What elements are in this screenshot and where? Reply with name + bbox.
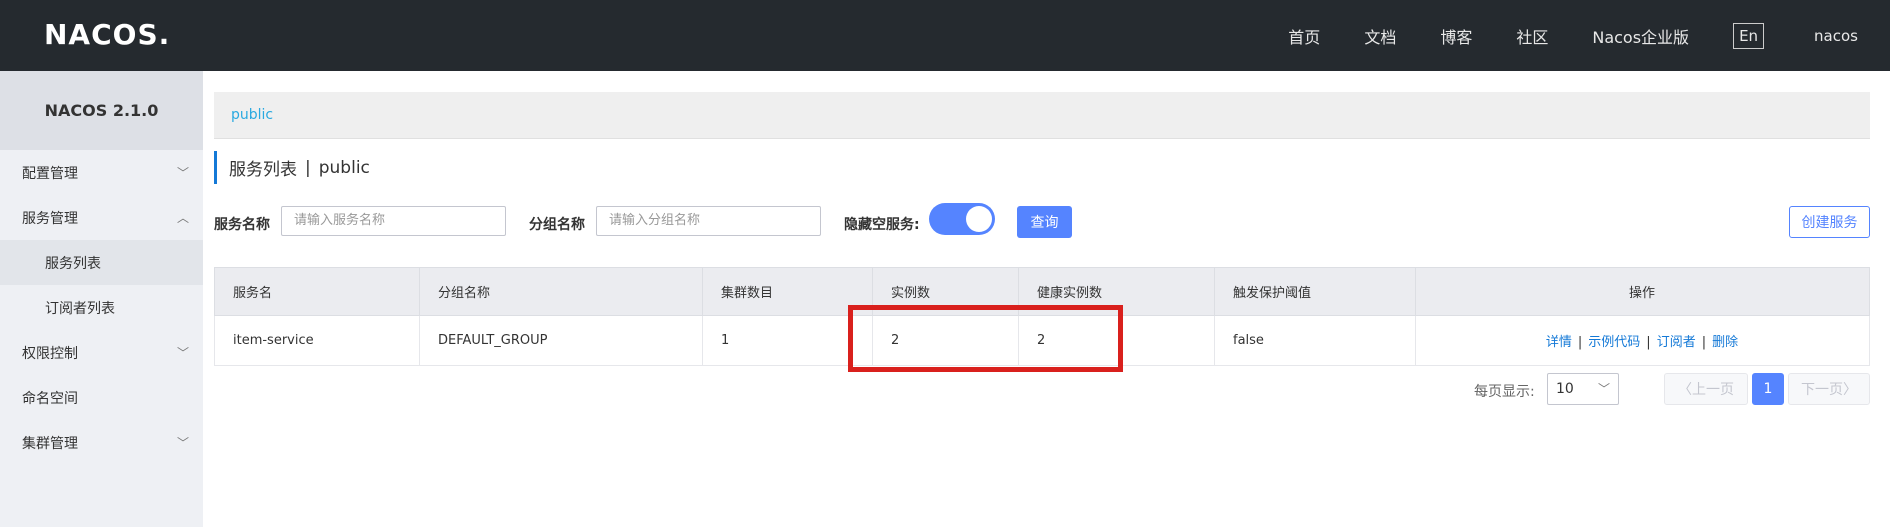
- chevron-left-icon: 〈: [1678, 382, 1692, 398]
- page-title-namespace: public: [318, 157, 370, 178]
- sidebar-item-service-list[interactable]: 服务列表: [0, 240, 203, 285]
- namespace-bar: public: [214, 92, 1870, 139]
- page-title: 服务列表 | public: [214, 151, 370, 184]
- delete-link[interactable]: 删除: [1712, 335, 1738, 350]
- col-cluster-count: 集群数目: [702, 267, 873, 316]
- cell-cluster-count: 1: [702, 315, 873, 366]
- namespace-link[interactable]: public: [231, 107, 273, 123]
- chevron-right-icon: 〉: [1843, 382, 1857, 398]
- sidebar-item-label: 订阅者列表: [45, 300, 115, 317]
- create-service-button[interactable]: 创建服务: [1789, 206, 1870, 238]
- sidebar-item-config[interactable]: 配置管理 ﹀: [0, 150, 203, 195]
- col-healthy-count: 健康实例数: [1018, 267, 1215, 316]
- service-table: 服务名 分组名称 集群数目 实例数 健康实例数 触发保护阈值 操作 item-s…: [214, 267, 1870, 366]
- sidebar-item-subscribers[interactable]: 订阅者列表: [0, 285, 203, 330]
- page-1-button[interactable]: 1: [1752, 373, 1784, 405]
- col-actions: 操作: [1415, 267, 1870, 316]
- divider: |: [1577, 335, 1583, 350]
- sidebar-item-namespace[interactable]: 命名空间: [0, 375, 203, 420]
- sidebar-item-cluster[interactable]: 集群管理 ﹀: [0, 420, 203, 465]
- cell-healthy-count: 2: [1018, 315, 1215, 366]
- top-nav: 首页 文档 博客 社区 Nacos企业版 En nacos: [1288, 0, 1890, 71]
- sidebar-item-label: 配置管理: [22, 165, 78, 182]
- table-row: item-service DEFAULT_GROUP 1 2 2 false 详…: [214, 315, 1870, 366]
- col-protect-threshold: 触发保护阈值: [1214, 267, 1416, 316]
- nacos-logo[interactable]: NACOS.: [44, 18, 170, 51]
- sidebar-item-label: 命名空间: [22, 390, 78, 407]
- sample-code-link[interactable]: 示例代码: [1588, 335, 1640, 350]
- chevron-down-icon: ﹀: [1597, 382, 1610, 396]
- cell-group-name: DEFAULT_GROUP: [419, 315, 703, 366]
- cell-protect-threshold: false: [1214, 315, 1416, 366]
- next-page-button[interactable]: 下一页〉: [1788, 373, 1870, 405]
- nav-enterprise[interactable]: Nacos企业版: [1592, 24, 1689, 48]
- prev-page-button[interactable]: 〈上一页: [1664, 373, 1748, 405]
- page-size-value: 10: [1556, 381, 1574, 397]
- sidebar-item-services[interactable]: 服务管理 ︿: [0, 195, 203, 240]
- service-name-input[interactable]: 请输入服务名称: [281, 206, 506, 236]
- sidebar-item-label: 服务列表: [45, 255, 101, 272]
- sidebar-item-permissions[interactable]: 权限控制 ﹀: [0, 330, 203, 375]
- sidebar-item-label: 集群管理: [22, 435, 78, 452]
- page-size-select[interactable]: 10 ﹀: [1547, 373, 1619, 405]
- table-header-row: 服务名 分组名称 集群数目 实例数 健康实例数 触发保护阈值 操作: [214, 267, 1870, 316]
- toggle-knob: [966, 206, 992, 232]
- version-label: NACOS 2.1.0: [0, 71, 203, 150]
- sidebar-item-label: 权限控制: [22, 345, 78, 362]
- nav-home[interactable]: 首页: [1288, 24, 1320, 48]
- title-separator: |: [305, 157, 311, 178]
- service-name-label: 服务名称: [214, 217, 270, 233]
- subscribers-link[interactable]: 订阅者: [1657, 335, 1696, 350]
- top-navbar: NACOS. 首页 文档 博客 社区 Nacos企业版 En nacos: [0, 0, 1890, 71]
- divider: |: [1701, 335, 1707, 350]
- cell-actions: 详情 | 示例代码 | 订阅者 | 删除: [1415, 315, 1870, 366]
- prev-page-label: 上一页: [1692, 382, 1734, 398]
- user-name[interactable]: nacos: [1814, 27, 1858, 45]
- nav-blog[interactable]: 博客: [1440, 24, 1472, 48]
- nav-community[interactable]: 社区: [1516, 24, 1548, 48]
- search-button[interactable]: 查询: [1017, 206, 1072, 238]
- nav-docs[interactable]: 文档: [1364, 24, 1396, 48]
- sidebar: NACOS 2.1.0 配置管理 ﹀ 服务管理 ︿ 服务列表 订阅者列表 权限控…: [0, 71, 203, 527]
- chevron-up-icon: ︿: [176, 211, 189, 225]
- chevron-down-icon: ﹀: [176, 166, 189, 180]
- col-group-name: 分组名称: [419, 267, 703, 316]
- col-instance-count: 实例数: [872, 267, 1019, 316]
- cell-instance-count: 2: [872, 315, 1019, 366]
- next-page-label: 下一页: [1801, 382, 1843, 398]
- sidebar-item-label: 服务管理: [22, 210, 78, 227]
- group-name-input[interactable]: 请输入分组名称: [596, 206, 821, 236]
- chevron-down-icon: ﹀: [176, 346, 189, 360]
- page-title-text: 服务列表: [229, 160, 297, 180]
- group-name-label: 分组名称: [529, 217, 585, 233]
- divider: |: [1646, 335, 1651, 350]
- language-toggle[interactable]: En: [1733, 22, 1765, 49]
- hide-empty-label: 隐藏空服务:: [844, 217, 920, 233]
- col-service-name: 服务名: [214, 267, 420, 316]
- hide-empty-toggle[interactable]: [929, 203, 995, 235]
- cell-service-name: item-service: [214, 315, 420, 366]
- page-size-label: 每页显示:: [1474, 384, 1535, 400]
- detail-link[interactable]: 详情: [1546, 335, 1572, 350]
- chevron-down-icon: ﹀: [176, 436, 189, 450]
